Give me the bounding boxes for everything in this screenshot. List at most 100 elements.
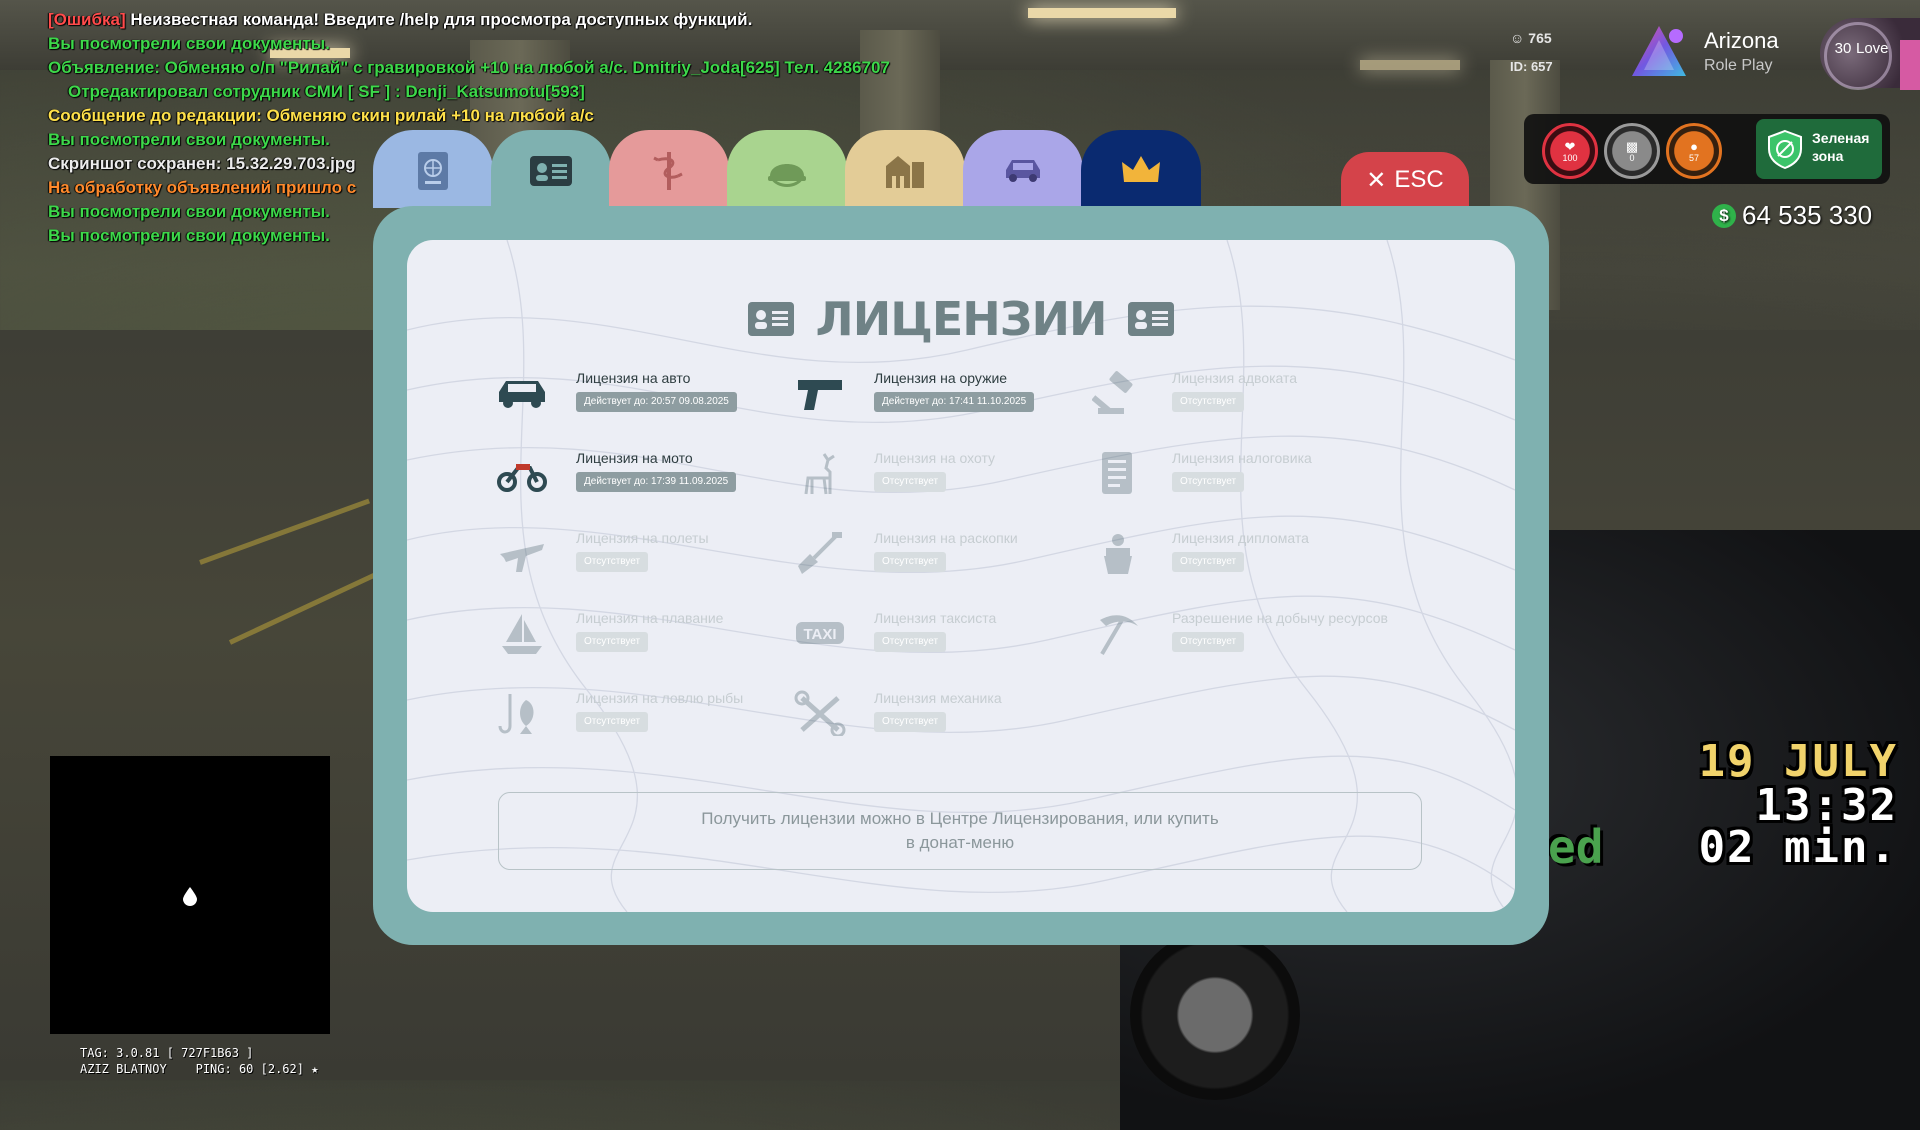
license-item: Лицензия на полеты Отсутствует (496, 524, 786, 584)
tab-property[interactable] (845, 130, 965, 208)
server-stats: ☺ 765 ID: 657 (1510, 28, 1553, 76)
minimap (50, 756, 330, 1034)
armor-gauge: ▩ 0 (1604, 123, 1660, 179)
id-card-icon (1128, 302, 1175, 336)
fishing-icon (498, 694, 534, 734)
license-item: Лицензия на ловлю рыбы Отсутствует (496, 684, 786, 744)
money-display: $ 64 535 330 (1712, 200, 1872, 231)
love-label: Love (1856, 40, 1889, 57)
ceiling-lamp (1028, 8, 1176, 18)
user-icon: ☺ (1510, 30, 1525, 46)
shield-icon (1768, 129, 1802, 169)
passport-icon (418, 152, 448, 190)
license-status-badge: Отсутствует (576, 632, 649, 652)
license-item: TAXI Лицензия таксиста Отсутствует (794, 604, 1084, 664)
chat-line: Объявление: Обменяю о/п "Рилай" с гравир… (48, 58, 890, 77)
armor-icon: ▩ (1625, 138, 1639, 154)
id-card-icon (747, 302, 794, 336)
heart-icon: ❤ (1564, 138, 1576, 154)
tab-military[interactable] (727, 130, 847, 208)
license-status-badge: Отсутствует (874, 472, 947, 492)
arizona-logo-icon (1632, 26, 1686, 76)
pickaxe-icon (1100, 615, 1138, 656)
license-status-badge: Действует до: 20:57 09.08.2025 (576, 392, 737, 412)
license-info-note: Получить лицензии можно в Центре Лицензи… (498, 792, 1422, 870)
health-gauge: ❤ 100 (1542, 123, 1598, 179)
chat-line: Отредактировал сотрудник СМИ [ SF ] : De… (68, 82, 585, 101)
license-item: Лицензия на мото Действует до: 17:39 11.… (496, 444, 786, 504)
license-item: Лицензия налоговика Отсутствует (1092, 444, 1382, 504)
panel-heading: ЛИЦЕНЗИИ (407, 292, 1515, 346)
crown-icon (1122, 156, 1160, 182)
licenses-panel: ЛИЦЕНЗИИ Лицензия на авто Действует до: … (407, 240, 1515, 912)
id-card-icon (530, 156, 572, 186)
car-icon (499, 381, 545, 408)
medical-icon (653, 152, 683, 190)
chat-line: Сообщение до редакции: Обменяю скин рила… (48, 106, 594, 125)
license-status-badge: Отсутствует (1172, 392, 1245, 412)
license-item: Лицензия на охоту Отсутствует (794, 444, 1084, 504)
diplomat-icon (1104, 534, 1132, 574)
burger-icon: ● (1690, 138, 1698, 154)
license-status-badge: Отсутствует (576, 712, 649, 732)
car-wheel (1130, 930, 1300, 1100)
brand-subtitle: Role Play (1704, 57, 1773, 74)
online-count: 765 (1528, 30, 1552, 46)
deer-icon (804, 453, 835, 495)
love-number: 30 (1834, 40, 1852, 57)
houses-icon (886, 156, 924, 188)
status-bar: ❤ 100 ▩ 0 ● 57 Зеленая зона (1524, 114, 1890, 184)
panel-title: ЛИЦЕНЗИИ (815, 292, 1108, 346)
tax-document-icon (1102, 452, 1132, 494)
license-status-badge: Отсутствует (1172, 632, 1245, 652)
license-status-badge: Отсутствует (874, 712, 947, 732)
zone-line1: Зеленая (1812, 130, 1870, 146)
license-status-badge: Отсутствует (1172, 472, 1245, 492)
client-info: TAG: 3.0.81 [ 727F1B63 ] AZIZ BLATNOY PI… (80, 1046, 319, 1076)
gavel-icon (1092, 371, 1133, 414)
sailboat-icon (502, 614, 542, 654)
license-status-badge: Отсутствует (874, 632, 947, 652)
chat-line: Вы посмотрели свои документы. (48, 34, 330, 53)
airplane-icon (500, 544, 544, 572)
car-icon (1006, 160, 1040, 182)
license-status-badge: Действует до: 17:41 11.10.2025 (874, 392, 1035, 412)
helmet-icon (768, 164, 806, 187)
dollar-icon: $ (1712, 203, 1736, 228)
player-marker-icon (183, 887, 197, 906)
shovel-icon (798, 532, 842, 574)
tab-vehicles[interactable] (963, 130, 1083, 208)
license-item: Лицензия на плавание Отсутствует (496, 604, 786, 664)
pistol-icon (798, 380, 842, 410)
taxi-icon: TAXI (796, 622, 844, 644)
side-strip (1900, 40, 1920, 90)
timer-minutes: 02 min. (1698, 822, 1898, 873)
license-item: Лицензия механика Отсутствует (794, 684, 1084, 744)
chat-line: [Ошибка] Неизвестная команда! Введите /h… (48, 10, 753, 29)
close-icon: ✕ (1366, 166, 1387, 194)
zone-line2: зона (1812, 148, 1844, 164)
license-item: Лицензия на оружие Действует до: 17:41 1… (794, 364, 1084, 424)
license-item: Лицензия дипломата Отсутствует (1092, 524, 1382, 584)
timer-fragment: ed (1548, 820, 1604, 874)
svg-text:TAXI: TAXI (803, 626, 836, 643)
license-status-badge: Действует до: 17:39 11.09.2025 (576, 472, 737, 492)
license-status-badge: Отсутствует (874, 552, 947, 572)
tab-passport[interactable] (373, 130, 493, 208)
license-item: Лицензия на авто Действует до: 20:57 09.… (496, 364, 786, 424)
license-item: Лицензия адвоката Отсутствует (1092, 364, 1382, 424)
tab-medical[interactable] (609, 130, 729, 208)
license-item: Разрешение на добычу ресурсов Отсутствуе… (1092, 604, 1388, 664)
ceiling-lamp (1360, 60, 1460, 70)
server-brand: Arizona Role Play (1620, 20, 1780, 90)
license-status-badge: Отсутствует (576, 552, 649, 572)
wrench-icon (794, 690, 846, 736)
hunger-gauge: ● 57 (1666, 123, 1722, 179)
zone-indicator: Зеленая зона (1756, 119, 1882, 179)
money-amount: 64 535 330 (1742, 200, 1873, 230)
esc-close-button[interactable]: ✕ ESC (1341, 152, 1469, 208)
tab-donate[interactable] (1081, 130, 1201, 208)
player-id: ID: 657 (1510, 58, 1553, 74)
license-item: Лицензия на раскопки Отсутствует (794, 524, 1084, 584)
motorcycle-icon (497, 464, 547, 492)
